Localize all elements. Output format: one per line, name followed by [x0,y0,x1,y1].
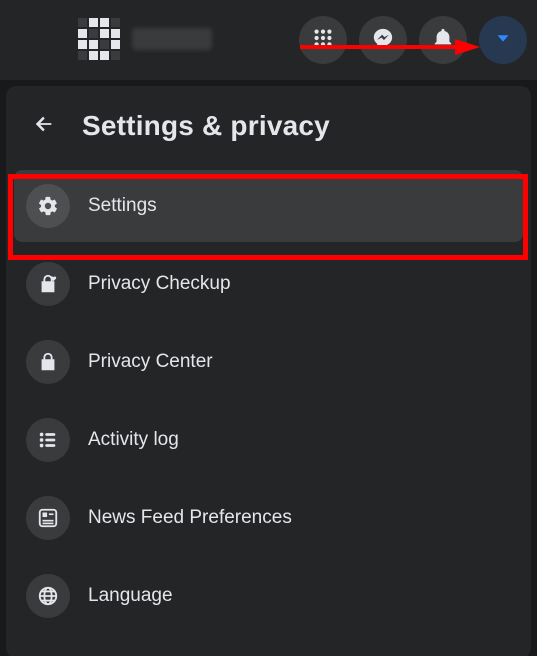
topbar [0,0,537,80]
notifications-button[interactable] [419,16,467,64]
lock-icon [26,340,70,384]
lock-heart-icon [26,262,70,306]
globe-icon [26,574,70,618]
menu-item-label: Language [88,585,173,607]
arrow-left-icon [33,113,55,140]
messenger-icon [372,27,394,54]
menu-item-label: Privacy Center [88,351,213,373]
menu-item-settings[interactable]: Settings [14,170,523,242]
back-button[interactable] [24,106,64,146]
menu-item-language[interactable]: Language [14,560,523,632]
menu-item-privacy-checkup[interactable]: Privacy Checkup [14,248,523,320]
gear-icon [26,184,70,228]
chevron-down-icon [492,27,514,54]
profile-name-blurred [132,28,212,50]
menu-item-label: Privacy Checkup [88,273,231,295]
menu-item-label: Activity log [88,429,179,451]
menu-item-label: Settings [88,195,157,217]
menu-item-privacy-center[interactable]: Privacy Center [14,326,523,398]
list-icon [26,418,70,462]
grid-icon [312,27,334,54]
account-dropdown-button[interactable] [479,16,527,64]
feed-icon [26,496,70,540]
panel-title: Settings & privacy [82,110,330,142]
bell-icon [432,27,454,54]
menu-grid-button[interactable] [299,16,347,64]
menu-item-activity-log[interactable]: Activity log [14,404,523,476]
settings-privacy-panel: Settings & privacy Settings Privacy Chec… [6,86,531,656]
menu-item-news-feed-preferences[interactable]: News Feed Preferences [14,482,523,554]
panel-header: Settings & privacy [12,96,525,164]
avatar [78,18,120,60]
messenger-button[interactable] [359,16,407,64]
profile-chip[interactable] [78,18,212,60]
menu-item-label: News Feed Preferences [88,507,292,529]
